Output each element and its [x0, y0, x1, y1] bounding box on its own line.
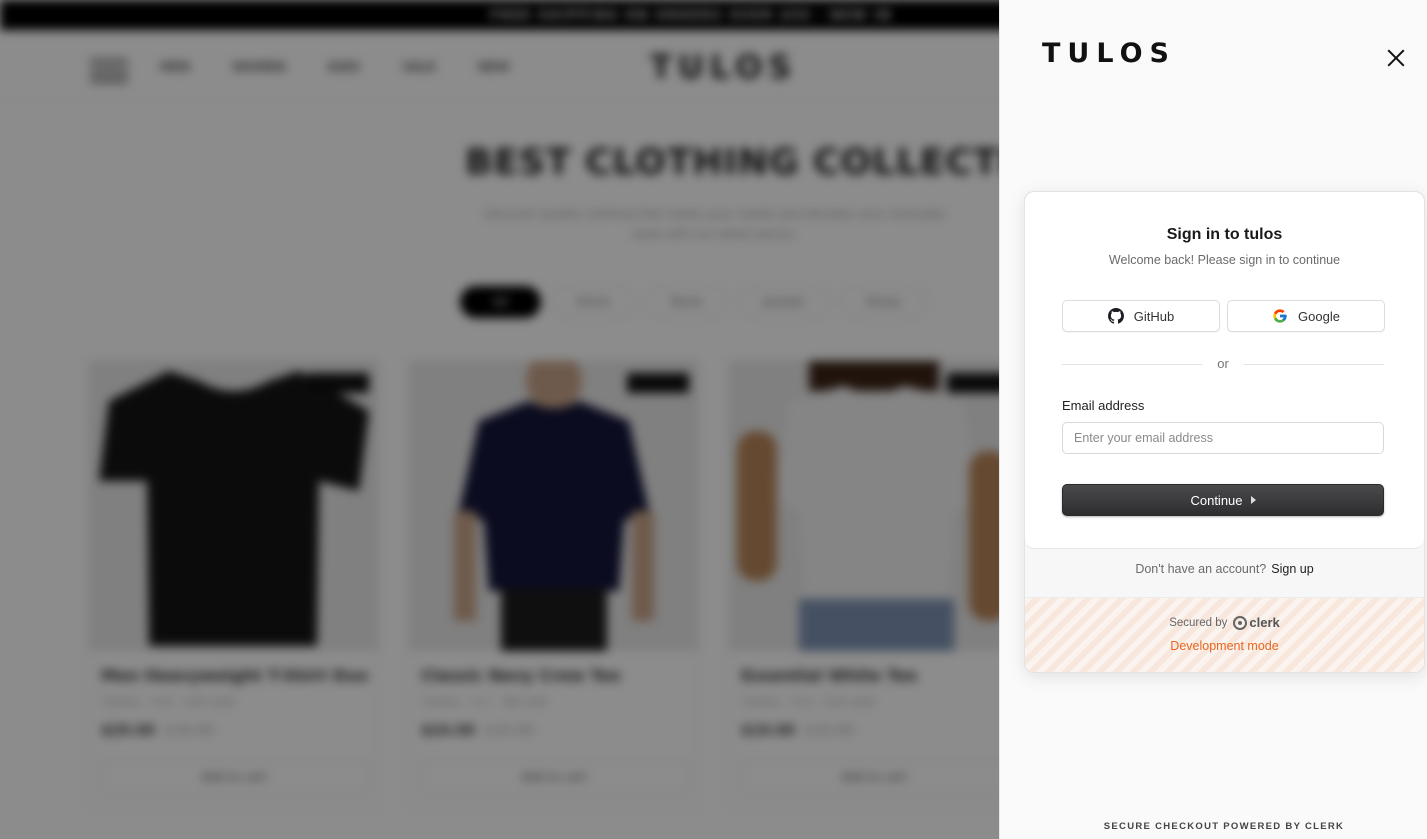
close-icon[interactable] — [1382, 44, 1410, 72]
drawer-logo: TULOS — [1042, 38, 1176, 69]
signin-drawer: TULOS Sign in to tulos Welcome back! Ple… — [999, 0, 1427, 839]
no-account-text: Don't have an account? — [1135, 562, 1267, 576]
signin-title: Sign in to tulos — [1166, 226, 1283, 243]
secure-checkout-footer: SECURE CHECKOUT POWERED BY CLERK — [1103, 821, 1345, 832]
google-label: Google — [1298, 308, 1340, 324]
github-signin-button[interactable]: GitHub — [1062, 300, 1220, 332]
continue-label: Continue — [1190, 492, 1243, 508]
github-icon — [1107, 308, 1124, 324]
signin-form: Sign in to tulos Welcome back! Please si… — [1025, 192, 1424, 549]
secured-by-text: Secured by — [1169, 616, 1228, 629]
email-label: Email address — [1062, 398, 1145, 413]
clerk-icon — [1233, 615, 1248, 630]
divider-line — [1244, 364, 1384, 365]
clerk-brand: clerk — [1249, 615, 1280, 630]
modal-overlay[interactable] — [0, 0, 1000, 839]
signup-prompt: Don't have an account? Sign up — [1025, 562, 1424, 576]
signup-link[interactable]: Sign up — [1271, 562, 1313, 576]
google-signin-button[interactable]: Google — [1227, 300, 1385, 332]
continue-button[interactable]: Continue — [1062, 484, 1384, 516]
google-icon — [1273, 309, 1287, 323]
github-label: GitHub — [1133, 308, 1175, 324]
or-divider: or — [1062, 355, 1384, 373]
secured-by-row: Secured by clerk — [1025, 615, 1424, 630]
development-mode-label: Development mode — [1170, 639, 1279, 653]
clerk-logo[interactable]: clerk — [1233, 615, 1280, 630]
signin-subtitle: Welcome back! Please sign in to continue — [1108, 253, 1341, 267]
clerk-footer: Secured by clerk Development mode — [1025, 597, 1424, 672]
caret-right-icon — [1250, 496, 1256, 504]
email-input[interactable] — [1062, 422, 1384, 454]
signin-card: Sign in to tulos Welcome back! Please si… — [1024, 191, 1425, 673]
